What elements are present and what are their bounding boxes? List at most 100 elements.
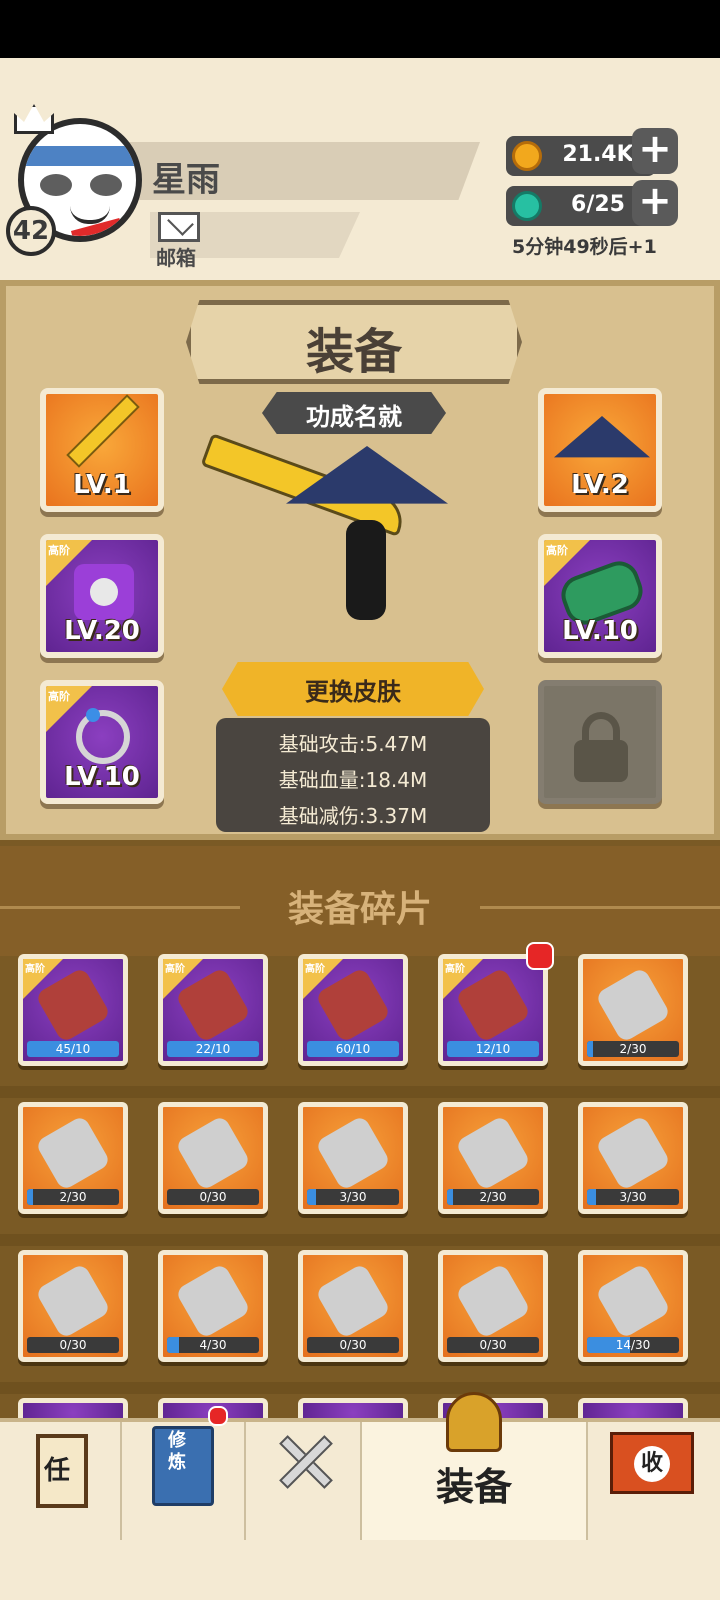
add-stamina-button[interactable]: + — [632, 180, 678, 226]
spear-icon — [454, 1114, 532, 1192]
fragment-progress: 2/30 — [619, 1042, 647, 1056]
fragment-progress: 3/30 — [339, 1190, 367, 1204]
nav-tab-practice[interactable]: 修炼 — [122, 1406, 246, 1540]
nav-tab-battle[interactable] — [246, 1422, 362, 1540]
fragment-progress: 3/30 — [619, 1190, 647, 1204]
notification-badge — [208, 1406, 228, 1426]
fragment-card[interactable]: 0/30 — [18, 1250, 128, 1362]
fragment-progress-bar: 2/30 — [447, 1189, 539, 1205]
fragments-title: 装备碎片 — [287, 889, 432, 930]
ring-slot[interactable]: 高阶 LV.10 — [40, 680, 164, 804]
player-name: 星雨 — [152, 160, 220, 200]
title-badge: 功成名就 — [306, 403, 402, 431]
shirt-icon — [454, 1262, 532, 1340]
stamina-timer: 5分钟49秒后+1 — [512, 236, 657, 258]
gauntlet-icon — [34, 966, 112, 1044]
armor-icon — [74, 564, 134, 620]
hat-icon — [314, 1262, 392, 1340]
armor-slot[interactable]: 高阶 LV.20 — [40, 534, 164, 658]
fragment-card[interactable]: 14/30 — [578, 1250, 688, 1362]
fragment-progress: 60/10 — [335, 1042, 371, 1056]
stat-health: 基础血量:18.4M — [278, 768, 428, 792]
fragment-card[interactable]: 3/30 — [298, 1102, 408, 1214]
notification-badge — [526, 942, 554, 970]
fragment-progress: 45/10 — [55, 1042, 91, 1056]
fragment-progress: 0/30 — [199, 1190, 227, 1204]
sword-icon — [66, 394, 140, 468]
equipment-title: 装备 — [305, 324, 402, 380]
fragment-card[interactable]: 3/30 — [578, 1102, 688, 1214]
fragment-progress-bar: 3/30 — [587, 1189, 679, 1205]
nav-tab-collect[interactable]: 收 — [588, 1422, 720, 1540]
row-separator — [0, 1382, 720, 1394]
fragment-progress-bar: 60/10 — [307, 1041, 399, 1057]
armor-icon — [454, 966, 532, 1044]
fragment-progress: 2/30 — [479, 1190, 507, 1204]
staff-icon — [314, 1114, 392, 1192]
fragment-card[interactable]: 0/30 — [298, 1250, 408, 1362]
fragment-card[interactable]: 2/30 — [18, 1102, 128, 1214]
lock-icon — [574, 740, 628, 782]
fragment-progress: 12/10 — [475, 1042, 511, 1056]
fragment-progress: 0/30 — [479, 1338, 507, 1352]
fragment-progress-bar: 2/30 — [27, 1189, 119, 1205]
fragment-progress: 4/30 — [199, 1338, 227, 1352]
divider-left — [0, 906, 240, 909]
fragment-card[interactable]: 高阶 45/10 — [18, 954, 128, 1066]
character-body — [346, 520, 386, 620]
fragment-progress-bar: 12/10 — [447, 1041, 539, 1057]
fragment-progress: 0/30 — [339, 1338, 367, 1352]
helmet-icon — [446, 1392, 502, 1452]
blade-icon — [594, 1114, 672, 1192]
fragment-card[interactable]: 高阶 22/10 — [158, 954, 268, 1066]
level-badge: 42 — [6, 206, 56, 256]
add-coins-button[interactable]: + — [632, 128, 678, 174]
bracer-slot[interactable]: 高阶 LV.10 — [538, 534, 662, 658]
nav-tab-equipment[interactable]: 装备 — [362, 1392, 588, 1540]
fragment-card[interactable]: 2/30 — [438, 1102, 548, 1214]
fragment-progress-bar: 22/10 — [167, 1041, 259, 1057]
row-separator — [0, 1086, 720, 1098]
fragment-progress-bar: 2/30 — [587, 1041, 679, 1057]
hat-icon — [554, 416, 650, 458]
change-skin-label[interactable]: 更换皮肤 — [222, 672, 484, 707]
flail-icon — [174, 1114, 252, 1192]
fragment-card[interactable]: 高阶 60/10 — [298, 954, 408, 1066]
fragment-card[interactable]: 高阶 12/10 — [438, 954, 548, 1066]
armor-icon — [594, 1262, 672, 1340]
fragment-progress: 14/30 — [615, 1338, 651, 1352]
fragment-progress-bar: 0/30 — [27, 1337, 119, 1353]
mace-icon — [34, 1114, 112, 1192]
fragment-progress-bar: 0/30 — [167, 1189, 259, 1205]
sword-icon — [174, 966, 252, 1044]
fragment-card[interactable]: 4/30 — [158, 1250, 268, 1362]
weapon-slot[interactable]: LV.1 — [40, 388, 164, 512]
fragment-card[interactable]: 0/30 — [158, 1102, 268, 1214]
gem-icon — [512, 191, 542, 221]
mail-icon[interactable] — [158, 212, 200, 242]
hat-slot[interactable]: LV.2 — [538, 388, 662, 512]
fragment-progress: 2/30 — [59, 1190, 87, 1204]
locked-slot[interactable] — [538, 680, 662, 804]
coin-icon — [512, 141, 542, 171]
fragment-progress: 22/10 — [195, 1042, 231, 1056]
hat-icon — [314, 966, 392, 1044]
mask-icon — [34, 1262, 112, 1340]
key-icon — [174, 1262, 252, 1340]
status-bar — [0, 0, 720, 58]
system-nav-area — [0, 1540, 720, 1600]
row-separator — [0, 1234, 720, 1246]
mail-label[interactable]: 邮箱 — [156, 242, 196, 271]
fragment-progress-bar: 3/30 — [307, 1189, 399, 1205]
fragment-progress-bar: 14/30 — [587, 1337, 679, 1353]
nav-tab-tasks[interactable]: 任 — [0, 1422, 122, 1540]
fragment-progress-bar: 0/30 — [307, 1337, 399, 1353]
divider-right — [480, 906, 720, 909]
fragment-card[interactable]: 2/30 — [578, 954, 688, 1066]
sword-icon — [594, 966, 672, 1044]
stat-defense: 基础减伤:3.37M — [278, 804, 428, 828]
fragment-card[interactable]: 0/30 — [438, 1250, 548, 1362]
fragment-progress: 0/30 — [59, 1338, 87, 1352]
stat-attack: 基础攻击:5.47M — [278, 732, 428, 756]
fragment-progress-bar: 0/30 — [447, 1337, 539, 1353]
